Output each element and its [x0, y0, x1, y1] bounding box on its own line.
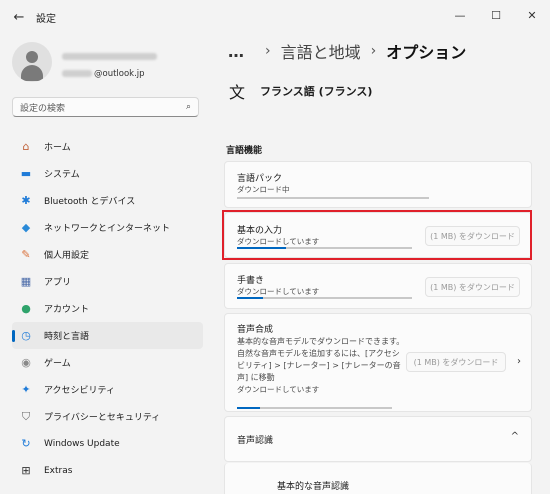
avatar — [12, 42, 52, 82]
monitor-icon: ▬ — [20, 167, 32, 180]
sidebar-item-label: ゲーム — [44, 359, 71, 369]
feature-language-pack: 言語パック ダウンロード中 — [224, 161, 532, 208]
search-placeholder: 設定の検索 — [20, 103, 66, 114]
update-icon: ↻ — [21, 437, 31, 450]
window-controls: — ☐ ✕ — [442, 0, 550, 30]
bluetooth-icon: ✱ — [21, 194, 31, 207]
feature-status: ダウンロードしています — [237, 385, 320, 394]
sidebar-item-accessibility[interactable]: ✦ アクセシビリティ — [12, 376, 203, 403]
title-bar: ← 設定 — ☐ ✕ — [0, 0, 550, 34]
person-icon: ● — [21, 302, 31, 315]
progress-fill — [237, 407, 261, 409]
sidebar-item-time-language[interactable]: ◷ 時刻と言語 — [12, 322, 203, 349]
feature-status: ダウンロードしています — [237, 287, 320, 296]
feature-handwriting: 手書き ダウンロードしています (1 MB) をダウンロード — [224, 263, 532, 309]
apps-icon: ▦ — [20, 275, 32, 288]
sidebar-item-label: Bluetooth とデバイス — [44, 197, 136, 207]
sidebar-item-apps[interactable]: ▦ アプリ — [12, 268, 203, 295]
app-title: 設定 — [36, 13, 56, 25]
section-title: 言語機能 — [226, 146, 263, 156]
chevron-up-icon[interactable]: ^ — [511, 431, 519, 442]
gamepad-icon: ◉ — [21, 356, 31, 369]
progress-bar — [237, 297, 412, 299]
breadcrumb-parent-link[interactable]: 言語と地域 — [281, 39, 361, 63]
progress-bar — [237, 197, 429, 199]
maximize-button[interactable]: ☐ — [478, 0, 514, 30]
sidebar-item-label: 時刻と言語 — [44, 332, 90, 342]
language-icon: 文 — [228, 83, 245, 102]
brush-icon: ✎ — [21, 248, 31, 261]
progress-fill — [237, 297, 264, 299]
minimize-button[interactable]: — — [442, 0, 478, 30]
feature-title: 言語パック — [237, 174, 283, 184]
feature-title: 音声認識 — [237, 436, 274, 446]
extras-icon: ⊞ — [21, 464, 31, 477]
sub-feature-label: 基本的な音声認識 — [277, 482, 350, 492]
chevron-right-icon[interactable]: › — [517, 356, 521, 367]
sidebar-nav: ⌂ ホーム ▬ システム ✱ Bluetooth とデバイス ◆ ネットワークと… — [12, 133, 203, 484]
sidebar-item-label: アクセシビリティ — [44, 386, 116, 396]
sidebar-item-label: Extras — [44, 465, 73, 476]
profile-email: @outlook.jp — [62, 69, 157, 79]
home-icon: ⌂ — [22, 140, 30, 153]
wifi-icon: ◆ — [21, 221, 31, 234]
email-domain: @outlook.jp — [94, 68, 145, 79]
download-button[interactable]: (1 MB) をダウンロード — [425, 277, 520, 297]
back-button[interactable]: ← — [4, 2, 34, 32]
page-title: オプション — [386, 43, 467, 62]
clock-globe-icon: ◷ — [21, 329, 31, 342]
sidebar-item-bluetooth[interactable]: ✱ Bluetooth とデバイス — [12, 187, 203, 214]
close-button[interactable]: ✕ — [514, 0, 550, 30]
redacted-email-prefix — [62, 69, 92, 77]
avatar-body-shape — [21, 65, 43, 81]
language-header: 文 フランス語 (フランス) — [226, 80, 372, 102]
sidebar-item-extras[interactable]: ⊞ Extras — [12, 457, 203, 484]
feature-description-text: 基本的な音声モデルでダウンロードできます。自然な音声モデルを追加するには、[アク… — [237, 337, 405, 382]
sidebar-item-label: 個人用設定 — [44, 251, 90, 261]
sidebar-item-label: ネットワークとインターネット — [44, 224, 171, 234]
progress-bar — [237, 407, 392, 409]
chevron-right-icon: › — [370, 43, 377, 59]
sidebar-item-label: アカウント — [44, 305, 90, 315]
breadcrumb: … › 言語と地域 › オプション — [228, 39, 466, 63]
feature-status: ダウンロード中 — [237, 185, 290, 194]
search-icon: ⌕ — [185, 102, 191, 112]
language-name: フランス語 (フランス) — [260, 85, 373, 98]
sidebar-item-label: アプリ — [44, 278, 72, 288]
accessibility-icon: ✦ — [21, 383, 31, 396]
sidebar-item-network[interactable]: ◆ ネットワークとインターネット — [12, 214, 203, 241]
profile-text: @outlook.jp — [62, 46, 157, 79]
sidebar-item-windows-update[interactable]: ↻ Windows Update — [12, 430, 203, 457]
user-profile[interactable]: @outlook.jp — [12, 42, 157, 82]
breadcrumb-overflow-button[interactable]: … — [228, 42, 245, 61]
sidebar-item-gaming[interactable]: ◉ ゲーム — [12, 349, 203, 376]
speech-recognition-subrow: 基本的な音声認識 — [224, 463, 532, 494]
shield-icon: ⛉ — [21, 409, 31, 423]
sidebar-item-label: プライバシーとセキュリティ — [44, 413, 161, 423]
sidebar-item-label: ホーム — [44, 143, 71, 153]
sidebar-item-system[interactable]: ▬ システム — [12, 160, 203, 187]
feature-description: 基本的な音声モデルでダウンロードできます。自然な音声モデルを追加するには、[アク… — [237, 336, 407, 396]
feature-text-to-speech[interactable]: 音声合成 基本的な音声モデルでダウンロードできます。自然な音声モデルを追加するに… — [224, 313, 532, 412]
back-arrow-icon: ← — [13, 9, 25, 25]
sidebar-item-home[interactable]: ⌂ ホーム — [12, 133, 203, 160]
search-input[interactable]: 設定の検索 ⌕ — [12, 97, 199, 117]
download-button[interactable]: (1 MB) をダウンロード — [406, 352, 506, 372]
sidebar-item-personalization[interactable]: ✎ 個人用設定 — [12, 241, 203, 268]
sidebar-item-privacy[interactable]: ⛉ プライバシーとセキュリティ — [12, 403, 203, 430]
avatar-head-shape — [26, 51, 38, 63]
sidebar-item-label: システム — [44, 170, 80, 180]
feature-title: 音声合成 — [237, 325, 274, 335]
chevron-right-icon: › — [265, 43, 271, 59]
sidebar-item-accounts[interactable]: ● アカウント — [12, 295, 203, 322]
feature-speech-recognition[interactable]: 音声認識 ^ — [224, 416, 532, 462]
feature-title: 手書き — [237, 276, 265, 286]
sidebar-item-label: Windows Update — [44, 438, 120, 449]
highlight-box — [222, 210, 532, 260]
redacted-user-name — [62, 52, 157, 60]
